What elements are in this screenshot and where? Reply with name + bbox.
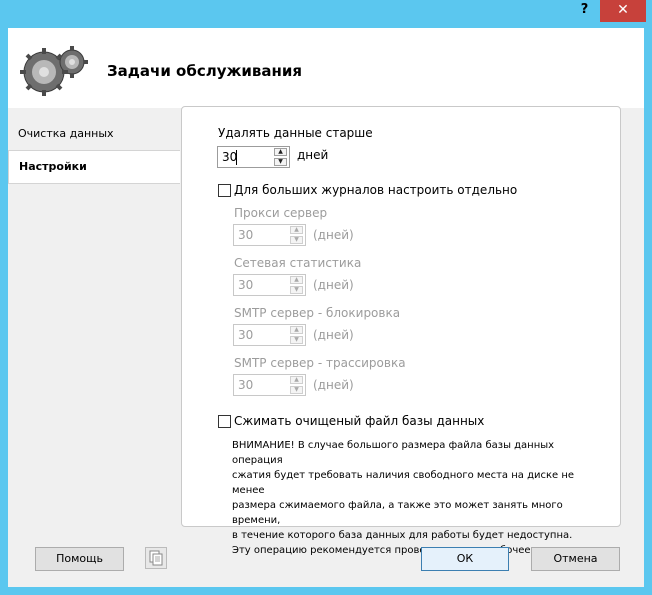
spin-up-icon[interactable]: ▲ bbox=[290, 376, 303, 384]
smtp-trace-spinner[interactable]: 30 ▲ ▼ bbox=[233, 374, 306, 396]
spin-down-icon[interactable]: ▼ bbox=[274, 158, 287, 166]
sidebar-item-label: Очистка данных bbox=[18, 127, 114, 140]
netstat-days-label: (дней) bbox=[313, 278, 354, 292]
delete-older-label: Удалять данные старше bbox=[218, 126, 373, 140]
separate-logs-label[interactable]: Для больших журналов настроить отдельно bbox=[234, 183, 517, 197]
proxy-days-label: (дней) bbox=[313, 228, 354, 242]
separate-logs-checkbox[interactable] bbox=[218, 184, 231, 197]
spin-up-icon[interactable]: ▲ bbox=[290, 326, 303, 334]
days-label: дней bbox=[297, 148, 329, 162]
close-button[interactable]: ✕ bbox=[600, 0, 646, 22]
warning-line: размера сжимаемого файла, а также это мо… bbox=[232, 500, 563, 526]
spinner-arrows: ▲ ▼ bbox=[290, 326, 303, 344]
compress-label[interactable]: Сжимать очищеный файл базы данных bbox=[234, 414, 484, 428]
netstat-label: Сетевая статистика bbox=[234, 256, 362, 270]
delete-older-spinner[interactable]: 30 ▲ ▼ bbox=[217, 146, 290, 168]
spin-up-icon[interactable]: ▲ bbox=[274, 148, 287, 156]
warning-line: в течение которого база данных для работ… bbox=[232, 530, 573, 541]
spinner-arrows: ▲ ▼ bbox=[274, 148, 287, 166]
spin-up-icon[interactable]: ▲ bbox=[290, 226, 303, 234]
page-title: Задачи обслуживания bbox=[107, 62, 303, 80]
warning-line: сжатия будет требовать наличия свободног… bbox=[232, 470, 575, 496]
smtp-trace-days-label: (дней) bbox=[313, 378, 354, 392]
gears-icon bbox=[20, 46, 88, 96]
help-title-button[interactable]: ? bbox=[571, 0, 598, 22]
warning-text: ВНИМАНИЕ! В случае большого размера файл… bbox=[232, 438, 602, 558]
spin-down-icon[interactable]: ▼ bbox=[290, 236, 303, 244]
smtp-trace-label: SMTP сервер - трассировка bbox=[234, 356, 406, 370]
spinner-arrows: ▲ ▼ bbox=[290, 276, 303, 294]
dialog-window: ? ✕ Задачи обслуживания Очистка данных Н… bbox=[0, 0, 652, 595]
smtp-block-days-label: (дней) bbox=[313, 328, 354, 342]
copy-icon[interactable] bbox=[145, 547, 167, 569]
sidebar-item-label: Настройки bbox=[19, 160, 87, 173]
proxy-spinner[interactable]: 30 ▲ ▼ bbox=[233, 224, 306, 246]
smtp-block-label: SMTP сервер - блокировка bbox=[234, 306, 401, 320]
spinner-value: 30 bbox=[222, 150, 238, 164]
spin-down-icon[interactable]: ▼ bbox=[290, 386, 303, 394]
proxy-label: Прокси сервер bbox=[234, 206, 328, 220]
spinner-value: 30 bbox=[238, 278, 254, 292]
netstat-spinner[interactable]: 30 ▲ ▼ bbox=[233, 274, 306, 296]
smtp-block-spinner[interactable]: 30 ▲ ▼ bbox=[233, 324, 306, 346]
title-bar: ? ✕ bbox=[0, 0, 652, 28]
sidebar-item-settings[interactable]: Настройки bbox=[8, 150, 180, 184]
sidebar-item-cleanup[interactable]: Очистка данных bbox=[8, 118, 180, 150]
spin-down-icon[interactable]: ▼ bbox=[290, 286, 303, 294]
help-button[interactable]: Помощь bbox=[35, 547, 124, 571]
dialog-client: Задачи обслуживания Очистка данных Настр… bbox=[8, 28, 644, 587]
spinner-arrows: ▲ ▼ bbox=[290, 226, 303, 244]
spinner-value: 30 bbox=[238, 328, 254, 342]
spinner-value: 30 bbox=[238, 378, 254, 392]
warning-line: ВНИМАНИЕ! В случае большого размера файл… bbox=[232, 440, 555, 466]
text-caret bbox=[236, 150, 237, 165]
spinner-arrows: ▲ ▼ bbox=[290, 376, 303, 394]
spin-up-icon[interactable]: ▲ bbox=[290, 276, 303, 284]
spin-down-icon[interactable]: ▼ bbox=[290, 336, 303, 344]
compress-checkbox[interactable] bbox=[218, 415, 231, 428]
cancel-button[interactable]: Отмена bbox=[531, 547, 620, 571]
spinner-value: 30 bbox=[238, 228, 254, 242]
header-banner: Задачи обслуживания bbox=[8, 28, 644, 108]
ok-button[interactable]: ОК bbox=[421, 547, 509, 571]
